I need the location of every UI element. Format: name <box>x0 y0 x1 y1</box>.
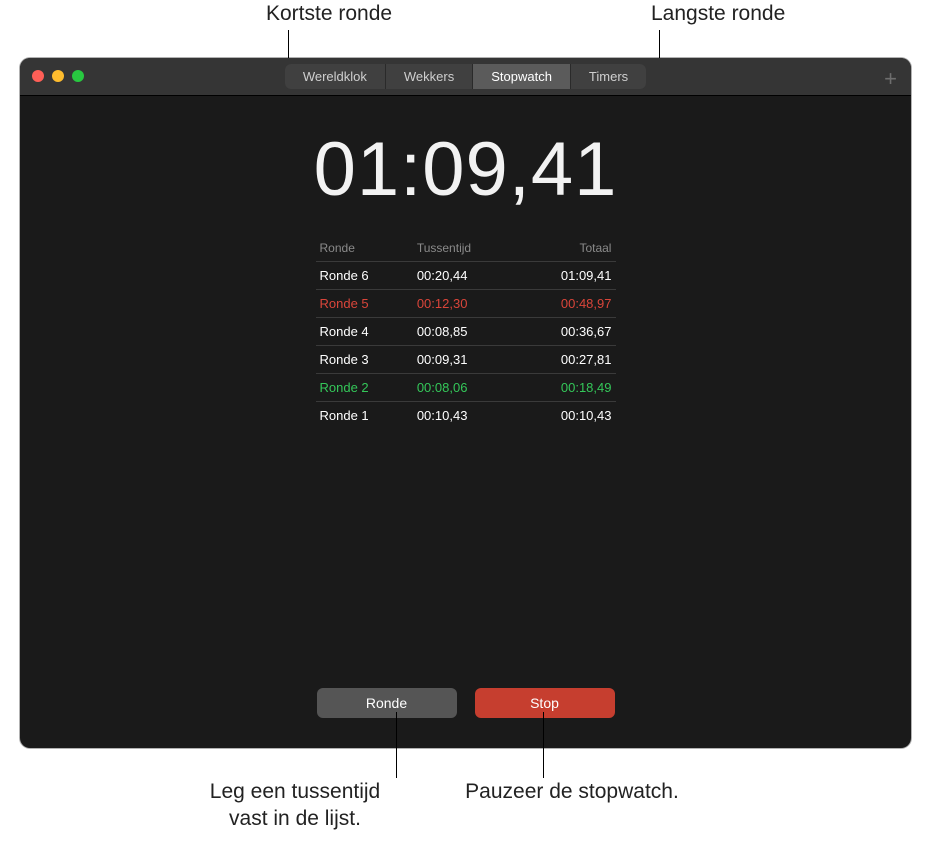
leader-line <box>543 712 544 778</box>
minimize-icon[interactable] <box>52 70 64 82</box>
lap-split: 00:20,44 <box>417 268 514 283</box>
col-lap: Ronde <box>320 241 417 255</box>
col-total: Totaal <box>514 241 611 255</box>
lap-name: Ronde 2 <box>320 380 417 395</box>
lap-total: 00:36,67 <box>514 324 611 339</box>
lap-name: Ronde 1 <box>320 408 417 423</box>
lap-table-header: Ronde Tussentijd Totaal <box>316 241 616 261</box>
lap-split: 00:12,30 <box>417 296 514 311</box>
lap-total: 00:10,43 <box>514 408 611 423</box>
fullscreen-icon[interactable] <box>72 70 84 82</box>
clock-app-window: Wereldklok Wekkers Stopwatch Timers + 01… <box>20 58 911 748</box>
button-bar: Ronde Stop <box>20 688 911 718</box>
lap-row: Ronde 400:08,8500:36,67 <box>316 317 616 345</box>
lap-total: 00:27,81 <box>514 352 611 367</box>
tab-worldclock[interactable]: Wereldklok <box>285 64 386 89</box>
callout-longest-lap: Langste ronde <box>651 2 785 26</box>
callout-text: Leg een tussentijd <box>210 780 380 803</box>
stop-button[interactable]: Stop <box>475 688 615 718</box>
lap-row: Ronde 300:09,3100:27,81 <box>316 345 616 373</box>
lap-split: 00:09,31 <box>417 352 514 367</box>
lap-name: Ronde 4 <box>320 324 417 339</box>
lap-split: 00:10,43 <box>417 408 514 423</box>
callout-stop-button: Pauzeer de stopwatch. <box>452 778 692 805</box>
lap-total: 01:09,41 <box>514 268 611 283</box>
window-controls <box>32 70 84 82</box>
lap-name: Ronde 6 <box>320 268 417 283</box>
col-split: Tussentijd <box>417 241 514 255</box>
lap-split: 00:08,85 <box>417 324 514 339</box>
lap-table: Ronde Tussentijd Totaal Ronde 600:20,440… <box>316 241 616 429</box>
lap-name: Ronde 5 <box>320 296 417 311</box>
tab-timers[interactable]: Timers <box>571 64 646 89</box>
titlebar: Wereldklok Wekkers Stopwatch Timers + <box>20 58 911 96</box>
callout-text: Pauzeer de stopwatch. <box>465 780 679 803</box>
tab-bar: Wereldklok Wekkers Stopwatch Timers <box>285 64 646 89</box>
stopwatch-main: 01:09,41 Ronde Tussentijd Totaal Ronde 6… <box>20 126 911 429</box>
lap-button[interactable]: Ronde <box>317 688 457 718</box>
lap-split: 00:08,06 <box>417 380 514 395</box>
leader-line <box>396 712 397 778</box>
lap-row: Ronde 600:20,4401:09,41 <box>316 261 616 289</box>
lap-total: 00:18,49 <box>514 380 611 395</box>
callout-text: vast in de lijst. <box>229 807 361 830</box>
tab-stopwatch[interactable]: Stopwatch <box>473 64 571 89</box>
lap-row: Ronde 100:10,4300:10,43 <box>316 401 616 429</box>
lap-row: Ronde 200:08,0600:18,49 <box>316 373 616 401</box>
lap-name: Ronde 3 <box>320 352 417 367</box>
callout-shortest-lap: Kortste ronde <box>266 2 392 26</box>
tab-alarms[interactable]: Wekkers <box>386 64 473 89</box>
callout-lap-button: Leg een tussentijd vast in de lijst. <box>175 778 415 833</box>
close-icon[interactable] <box>32 70 44 82</box>
add-icon[interactable]: + <box>884 66 897 92</box>
lap-row: Ronde 500:12,3000:48,97 <box>316 289 616 317</box>
elapsed-time: 01:09,41 <box>20 126 911 213</box>
lap-total: 00:48,97 <box>514 296 611 311</box>
